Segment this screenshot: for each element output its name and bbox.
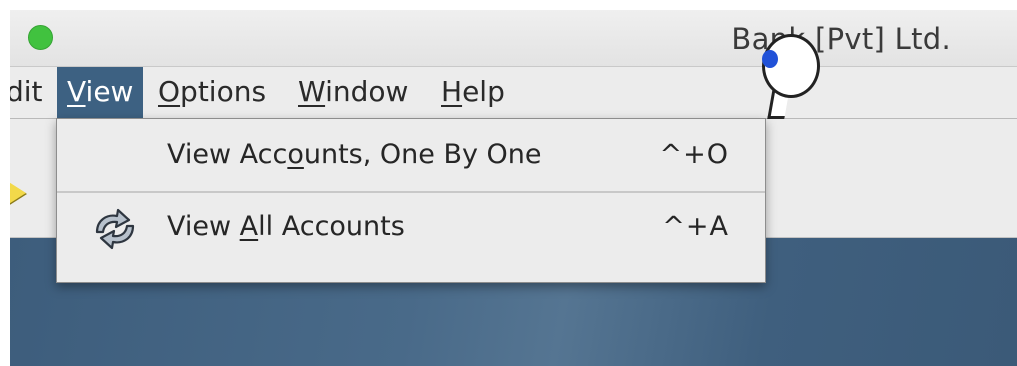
blue-dot-icon — [762, 50, 778, 68]
refresh-icon — [95, 208, 135, 250]
view-menu-dropdown: View Accounts, One By One ^+O View All A… — [56, 118, 766, 283]
title-bar: Bank [Pvt] Ltd. — [10, 10, 1017, 67]
menu-edit[interactable]: dit — [10, 67, 51, 118]
maximize-button[interactable] — [28, 25, 53, 50]
menu-item-view-accounts-one-by-one[interactable]: View Accounts, One By One ^+O — [57, 119, 765, 191]
menu-options[interactable]: Options — [158, 67, 266, 118]
app-window: Bank [Pvt] Ltd. dit View Options Window … — [10, 10, 1017, 366]
menu-view[interactable]: View — [57, 67, 144, 118]
menu-item-label: View Accounts, One By One — [167, 139, 542, 170]
menu-window[interactable]: Window — [298, 67, 408, 118]
menu-help[interactable]: Help — [441, 67, 505, 118]
menu-item-view-all-accounts[interactable]: View All Accounts ^+A — [57, 193, 765, 265]
menu-item-shortcut: ^+O — [659, 139, 729, 170]
menu-bar: dit View Options Window Help — [10, 67, 1017, 119]
menu-item-label: View All Accounts — [167, 211, 405, 242]
menu-item-shortcut: ^+A — [662, 211, 729, 242]
arrow-icon[interactable] — [10, 179, 26, 207]
